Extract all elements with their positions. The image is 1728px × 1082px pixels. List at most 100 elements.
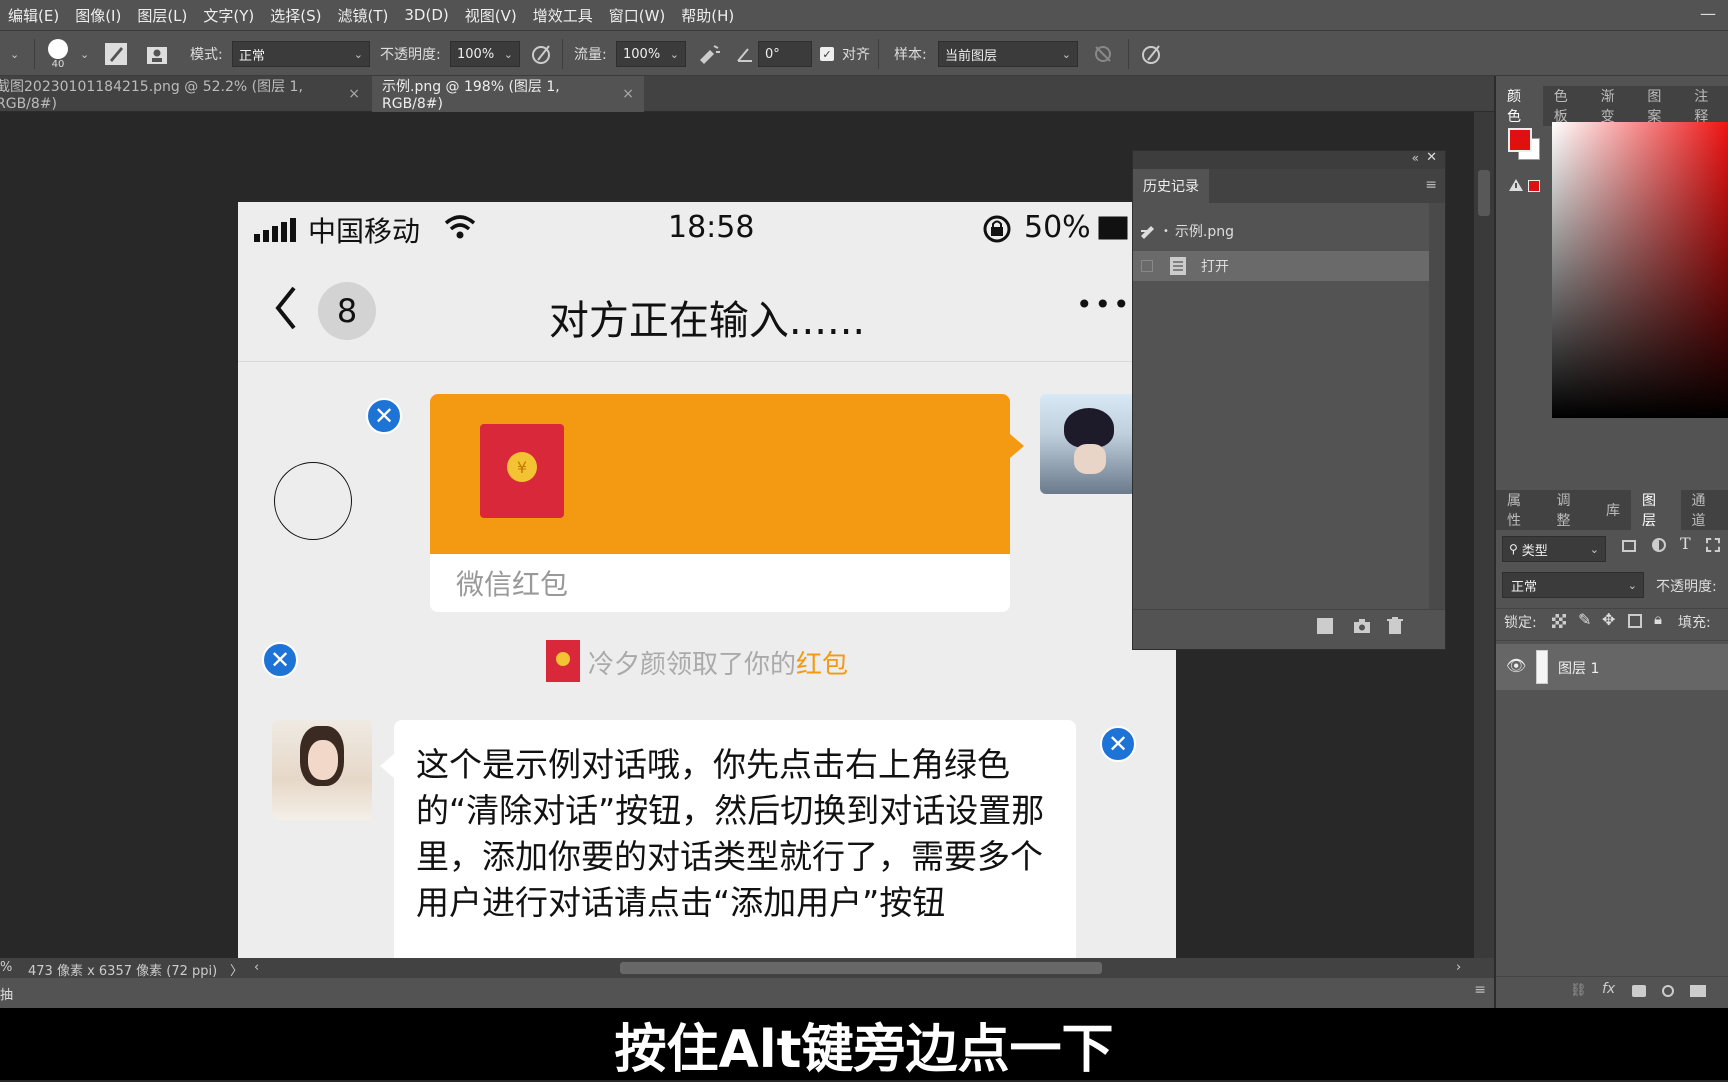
tab-screenshot-doc[interactable]: 截图20230101184215.png @ 52.2% (图层 1, RGB/… xyxy=(0,76,370,112)
tab-history[interactable]: 历史记录 xyxy=(1133,169,1209,203)
menu-select[interactable]: 选择(S) xyxy=(262,5,329,26)
tool-preset-dropdown[interactable]: ⌄ xyxy=(10,31,19,77)
more-icon[interactable]: ••• xyxy=(1076,288,1132,321)
battery-icon xyxy=(1098,216,1130,240)
menu-filter[interactable]: 滤镜(T) xyxy=(330,5,397,26)
angle-field[interactable]: 0° xyxy=(758,41,812,67)
type-filter-icon[interactable]: T xyxy=(1680,534,1691,553)
lock-position-icon[interactable]: ✥ xyxy=(1602,610,1615,629)
zoom-field[interactable]: % xyxy=(0,960,12,975)
layer-row[interactable]: 👁︎ 图层 1 xyxy=(1496,644,1728,690)
airbrush-icon[interactable] xyxy=(696,31,722,77)
tab-channels[interactable]: 通道 xyxy=(1681,490,1728,530)
delete-message-button[interactable]: ✕ xyxy=(1100,726,1136,762)
tab-libraries[interactable]: 库 xyxy=(1595,490,1631,530)
eye-icon[interactable]: 👁︎ xyxy=(1506,656,1526,675)
shape-filter-icon[interactable] xyxy=(1706,538,1720,552)
menu-layer[interactable]: 图层(L) xyxy=(129,5,195,26)
pressure-opacity-icon[interactable] xyxy=(530,31,554,77)
ignore-adjustment-icon[interactable] xyxy=(1092,31,1114,77)
document-image[interactable]: 中国移动 18:58 50% 8 对方正在输入...... ••• ✕ ¥ xyxy=(238,202,1176,958)
red-packet-bubble[interactable]: ¥ xyxy=(430,394,1010,554)
scroll-right-arrow[interactable]: › xyxy=(1456,960,1461,975)
lock-all-icon[interactable]: 🔒︎ xyxy=(1654,610,1662,628)
panel-menu-icon[interactable]: ≡ xyxy=(1474,982,1486,998)
adjustment-filter-icon[interactable] xyxy=(1652,538,1666,552)
tab-properties[interactable]: 属性 xyxy=(1496,490,1546,530)
camera-icon[interactable] xyxy=(1353,618,1371,634)
history-scrollbar[interactable] xyxy=(1429,203,1445,623)
scroll-left-arrow[interactable]: ‹ xyxy=(254,960,259,975)
image-filter-icon[interactable] xyxy=(1622,540,1636,552)
tab-notes[interactable]: 注释 xyxy=(1683,86,1728,126)
menu-3d[interactable]: 3D(D) xyxy=(396,6,456,24)
panel-menu-icon[interactable]: ≡ xyxy=(1425,177,1437,193)
brush-settings-icon[interactable] xyxy=(104,31,128,77)
close-icon[interactable]: ✕ xyxy=(1426,150,1437,165)
align-checkbox[interactable]: ✓ 对齐 xyxy=(820,31,870,77)
message-bubble[interactable]: 这个是示例对话哦，你先点击右上角绿色的“清除对话”按钮，然后切换到对话设置那里，… xyxy=(394,720,1076,958)
horizontal-scroll-thumb[interactable] xyxy=(620,962,1102,974)
trash-icon[interactable] xyxy=(1387,617,1403,635)
flow-field[interactable]: 100%⌄ xyxy=(616,41,686,67)
history-panel: « ✕ 历史记录 ≡ • 示例.png 打开 xyxy=(1132,150,1446,650)
history-snapshot[interactable]: • 示例.png xyxy=(1133,211,1429,251)
foreground-swatch[interactable] xyxy=(1508,128,1532,152)
status-menu-arrow[interactable]: 〉 xyxy=(230,960,243,979)
vertical-scrollbar[interactable] xyxy=(1474,112,1494,958)
new-document-from-state-icon[interactable] xyxy=(1317,618,1333,634)
brush-tip-icon xyxy=(48,39,68,59)
mode-select[interactable]: 正常⌄ xyxy=(232,41,370,67)
collapse-icon[interactable]: « xyxy=(1412,151,1419,165)
menu-view[interactable]: 视图(V) xyxy=(457,5,525,26)
menu-type[interactable]: 文字(Y) xyxy=(195,5,262,26)
history-item-open[interactable]: 打开 xyxy=(1133,251,1429,281)
new-adjustment-icon[interactable] xyxy=(1662,985,1674,997)
layer-name: 图层 1 xyxy=(1558,658,1599,678)
pressure-size-icon[interactable] xyxy=(1140,31,1164,77)
link-icon[interactable]: ⛓ xyxy=(1570,983,1587,998)
lock-transparent-icon[interactable] xyxy=(1552,614,1566,628)
layer-filter-select[interactable]: ⚲ 类型 ⌄ xyxy=(1502,536,1606,562)
gamut-swatch[interactable] xyxy=(1528,180,1540,192)
mask-icon[interactable] xyxy=(1632,985,1646,997)
chevron-down-icon: ⌄ xyxy=(1062,48,1071,61)
color-picker-field[interactable] xyxy=(1552,122,1728,418)
sample-select[interactable]: 当前图层⌄ xyxy=(938,41,1078,67)
brush-size: 40 xyxy=(52,59,65,70)
layer-opacity-label: 不透明度: xyxy=(1656,576,1717,596)
timeline-bar: 抽 ≡ xyxy=(0,978,1494,1008)
lock-pixels-icon[interactable]: ✎ xyxy=(1578,610,1591,629)
delete-notice-button[interactable]: ✕ xyxy=(262,642,298,678)
menu-help[interactable]: 帮助(H) xyxy=(673,5,742,26)
close-icon[interactable]: × xyxy=(622,86,634,102)
blend-mode-select[interactable]: 正常 ⌄ xyxy=(1502,572,1644,598)
close-icon[interactable]: × xyxy=(348,86,360,102)
menu-edit[interactable]: 编辑(E) xyxy=(0,5,67,26)
tab-example-doc[interactable]: 示例.png @ 198% (图层 1, RGB/8#) × xyxy=(372,76,644,112)
tab-adjustments[interactable]: 调整 xyxy=(1546,490,1596,530)
mode-label: 模式: xyxy=(190,31,223,77)
tab-layers[interactable]: 图层 xyxy=(1631,490,1681,530)
tab-patterns[interactable]: 图案 xyxy=(1636,86,1683,126)
folder-icon[interactable] xyxy=(1690,985,1706,997)
vertical-scroll-thumb[interactable] xyxy=(1478,170,1490,216)
brush-preset-picker[interactable]: 40 xyxy=(48,31,68,77)
canvas-area[interactable]: 中国移动 18:58 50% 8 对方正在输入...... ••• ✕ ¥ xyxy=(0,112,1474,958)
clone-source-icon[interactable] xyxy=(146,31,168,77)
fx-icon[interactable]: fx xyxy=(1602,981,1615,997)
tab-color[interactable]: 颜色 xyxy=(1496,86,1543,126)
window-minimize-button[interactable]: — xyxy=(1700,4,1716,23)
delete-message-button[interactable]: ✕ xyxy=(366,398,402,434)
tab-swatches[interactable]: 色板 xyxy=(1543,86,1590,126)
notice-link[interactable]: 红包 xyxy=(796,650,848,680)
brush-dropdown-arrow[interactable]: ⌄ xyxy=(80,31,89,77)
history-source-checkbox[interactable] xyxy=(1141,260,1153,272)
opacity-field[interactable]: 100%⌄ xyxy=(450,41,520,67)
menu-window[interactable]: 窗口(W) xyxy=(601,5,674,26)
lock-artboard-icon[interactable] xyxy=(1628,614,1642,628)
menu-plugins[interactable]: 增效工具 xyxy=(525,5,601,26)
menu-image[interactable]: 图像(I) xyxy=(67,5,129,26)
bubble-tail xyxy=(378,754,394,778)
tab-gradients[interactable]: 渐变 xyxy=(1590,86,1637,126)
